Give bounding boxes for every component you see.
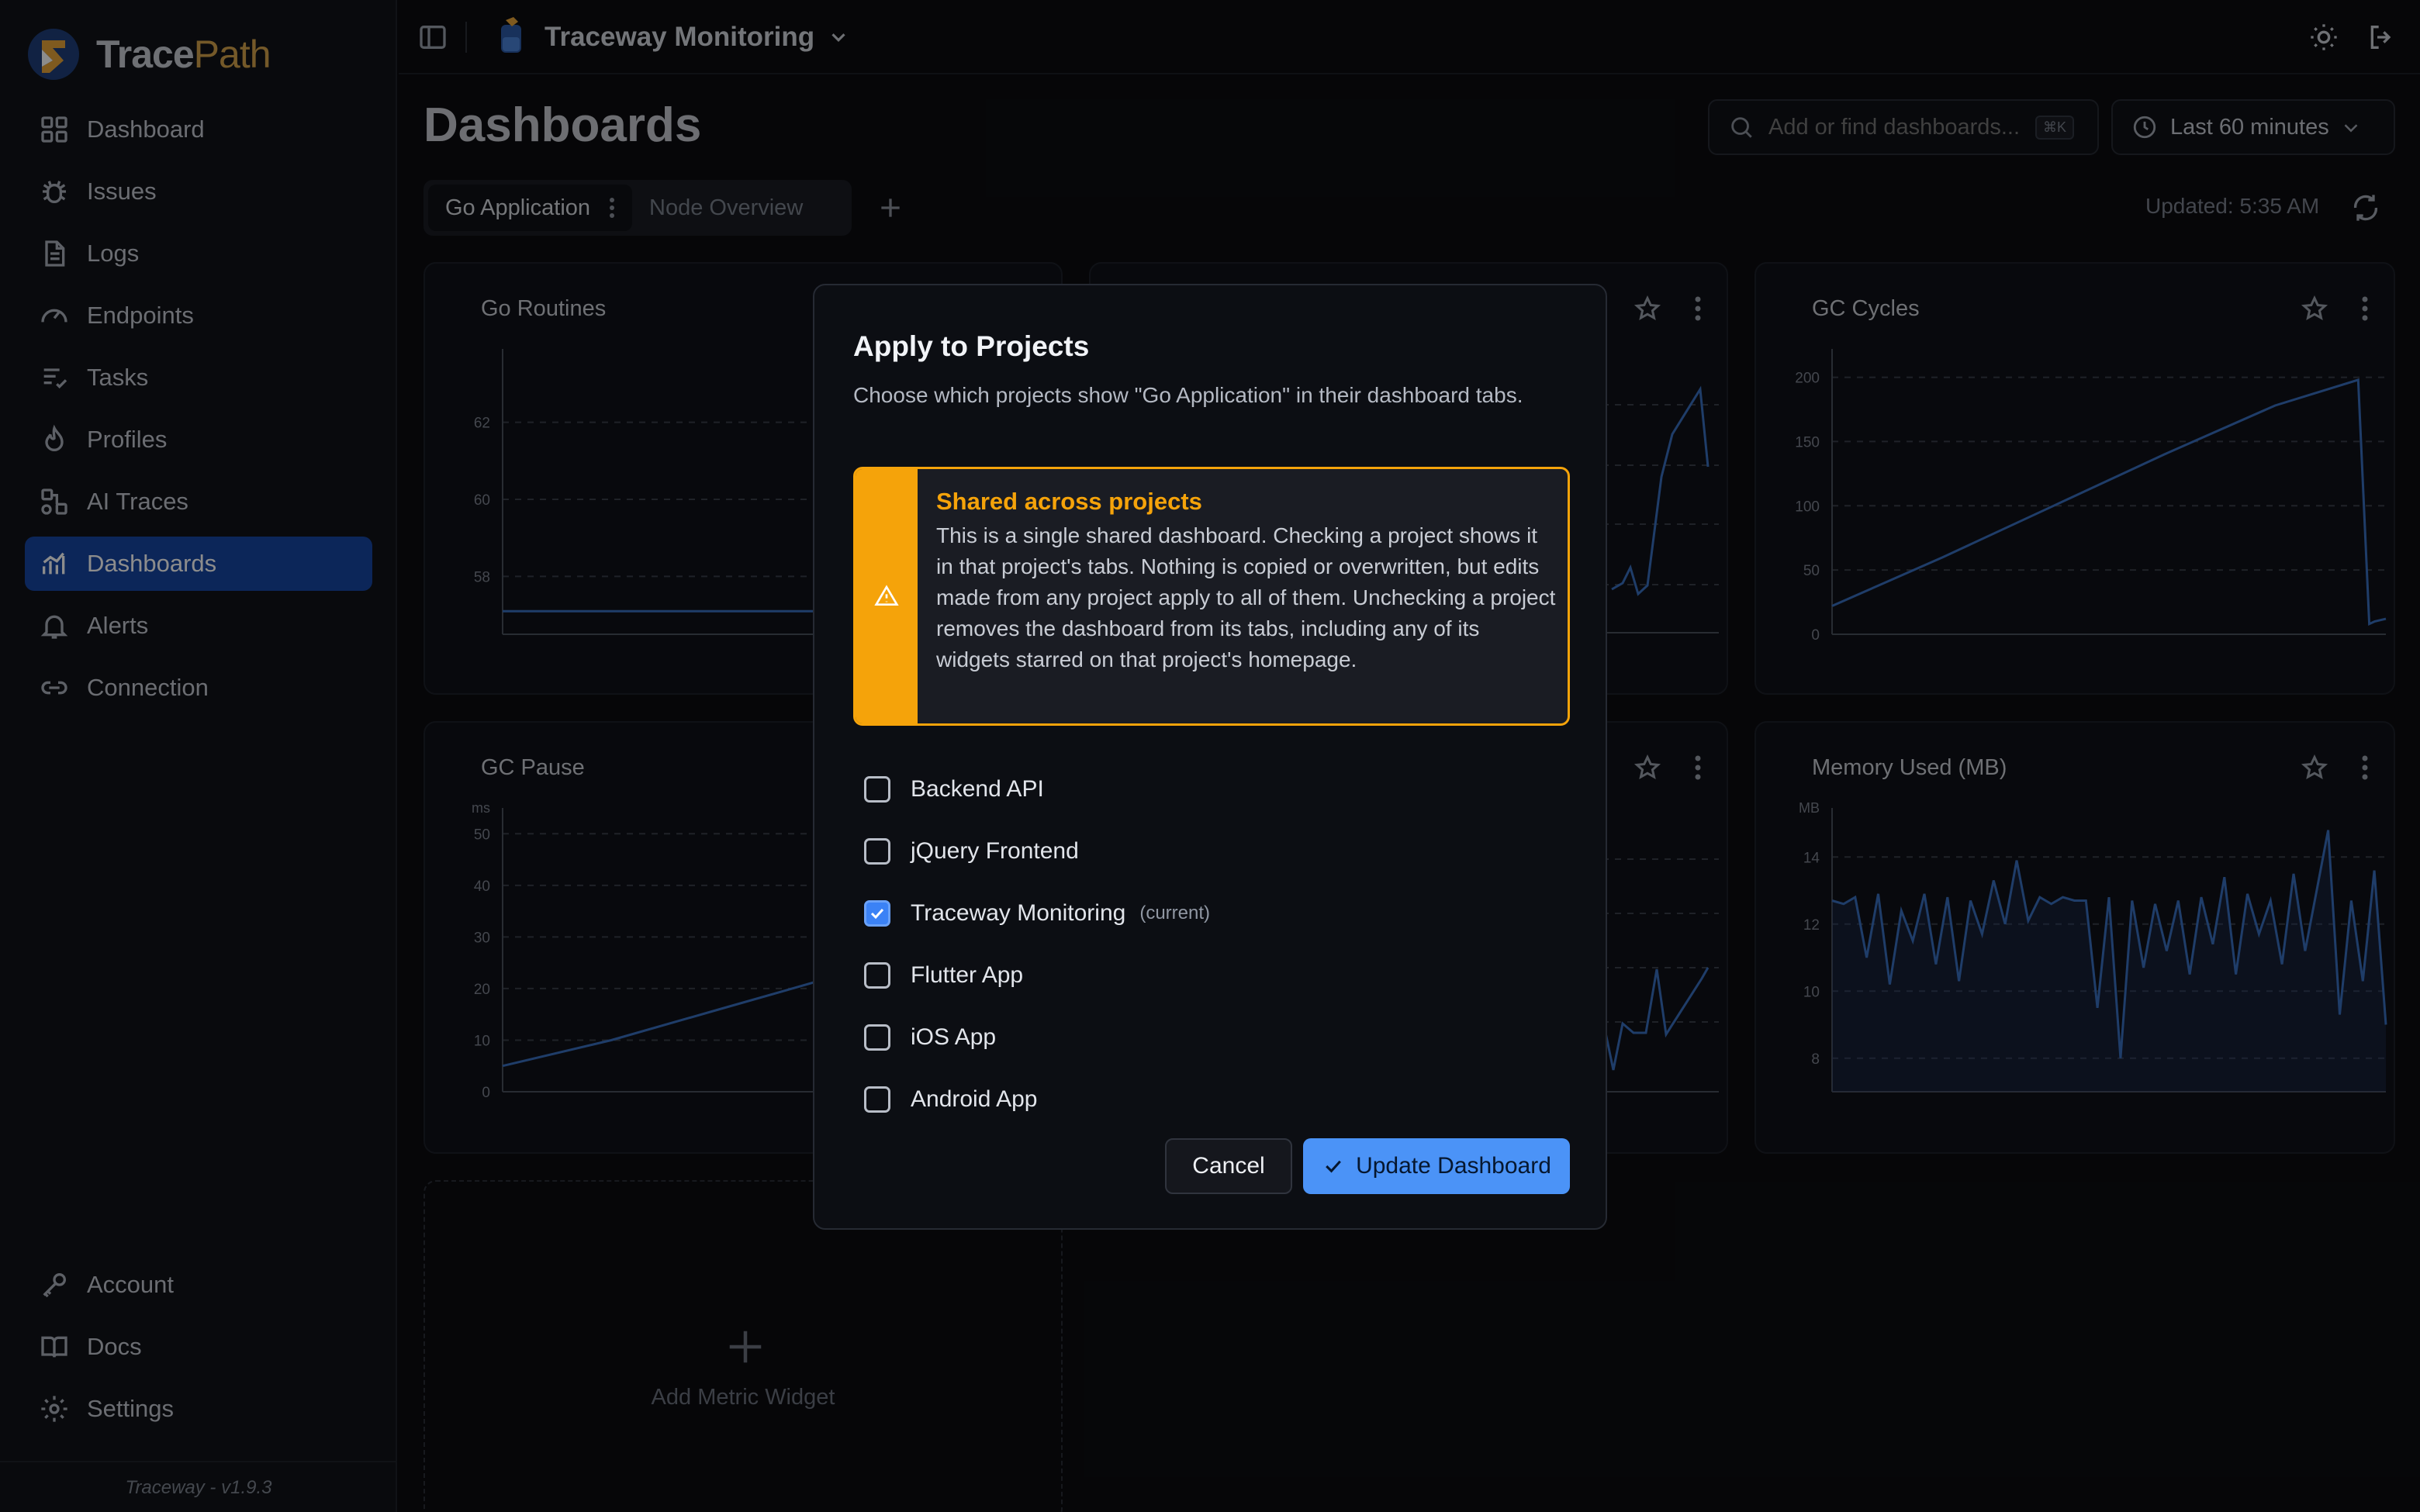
check-icon xyxy=(1326,1160,1341,1173)
current-badge: (current) xyxy=(1139,903,1211,923)
project-option-flutter-app[interactable]: Flutter App xyxy=(864,944,1210,1006)
project-option-backend-api[interactable]: Backend API xyxy=(864,758,1210,820)
checkbox[interactable] xyxy=(864,838,890,865)
project-option-jquery-frontend[interactable]: jQuery Frontend xyxy=(864,820,1210,882)
shared-warning: Shared across projects This is a single … xyxy=(853,467,1570,726)
project-label: Android App xyxy=(911,1086,1038,1112)
checkbox[interactable] xyxy=(864,1086,890,1113)
project-label: iOS App xyxy=(911,1024,997,1050)
update-dashboard-button[interactable]: Update Dashboard xyxy=(1303,1138,1570,1194)
update-label: Update Dashboard xyxy=(1356,1153,1551,1179)
project-option-traceway-monitoring[interactable]: Traceway Monitoring (current) xyxy=(864,882,1210,944)
apply-to-projects-dialog: Apply to Projects Choose which projects … xyxy=(813,284,1607,1230)
project-label: Flutter App xyxy=(911,962,1024,988)
project-label: jQuery Frontend xyxy=(911,838,1079,864)
dialog-description: Choose which projects show "Go Applicati… xyxy=(853,383,1523,407)
warning-bar xyxy=(856,469,918,723)
checkbox-checked[interactable] xyxy=(864,900,890,927)
project-label: Traceway Monitoring xyxy=(911,900,1126,926)
project-label: Backend API xyxy=(911,776,1044,802)
dialog-title: Apply to Projects xyxy=(853,330,1090,362)
check-icon xyxy=(870,908,884,920)
warning-icon xyxy=(874,585,899,606)
checkbox[interactable] xyxy=(864,1024,890,1051)
warning-title: Shared across projects xyxy=(936,488,1202,515)
project-option-android-app[interactable]: Android App xyxy=(864,1068,1210,1131)
checkbox[interactable] xyxy=(864,776,890,803)
project-option-ios-app[interactable]: iOS App xyxy=(864,1006,1210,1068)
project-options: Backend API jQuery Frontend Traceway Mon… xyxy=(864,758,1210,1131)
cancel-button[interactable]: Cancel xyxy=(1165,1138,1292,1194)
checkbox[interactable] xyxy=(864,962,890,989)
warning-text: This is a single shared dashboard. Check… xyxy=(936,523,1556,671)
